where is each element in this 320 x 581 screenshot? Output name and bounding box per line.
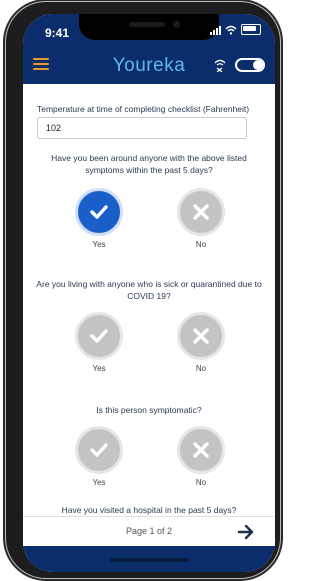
status-time: 9:41 — [45, 26, 70, 40]
system-icons — [210, 24, 261, 35]
check-icon — [90, 329, 108, 343]
household-yes-label: Yes — [92, 364, 106, 373]
exposure-yes-option[interactable]: Yes — [74, 188, 124, 249]
device-notch — [79, 14, 219, 40]
symptomatic-no-option[interactable]: No — [176, 426, 226, 487]
phone-frame: 9:41 Youreka Temperature at time of comp… — [6, 2, 280, 578]
x-icon — [193, 442, 209, 458]
symptomatic-yes-label: Yes — [92, 478, 106, 487]
home-indicator[interactable] — [109, 558, 189, 562]
cellular-signal-icon — [210, 25, 221, 35]
exposure-no-label: No — [195, 240, 207, 249]
toggle-knob — [253, 60, 263, 70]
arrow-right-icon[interactable] — [237, 524, 255, 540]
question-household: Are you living with anyone who is sick o… — [36, 279, 262, 301]
status-bar: 9:41 — [23, 14, 275, 48]
symptomatic-no-label: No — [195, 478, 207, 487]
question-hospital: Have you visited a hospital in the past … — [61, 505, 237, 515]
battery-icon — [241, 24, 261, 35]
check-icon — [90, 205, 108, 219]
x-icon — [193, 204, 209, 220]
exposure-no-circle — [177, 188, 225, 236]
exposure-no-option[interactable]: No — [176, 188, 226, 249]
offline-mode-toggle[interactable] — [235, 58, 265, 72]
wifi-offline-icon — [214, 59, 226, 72]
temperature-input[interactable] — [37, 117, 247, 139]
exposure-yes-label: Yes — [92, 240, 106, 249]
speaker-grille — [129, 22, 165, 27]
symptomatic-yes-circle — [75, 426, 123, 474]
household-no-circle — [177, 312, 225, 360]
household-no-option[interactable]: No — [176, 312, 226, 373]
check-icon — [90, 443, 108, 457]
exposure-yes-circle — [75, 188, 123, 236]
temperature-label: Temperature at time of completing checkl… — [37, 104, 250, 114]
symptomatic-yes-option[interactable]: Yes — [74, 426, 124, 487]
wifi-icon — [225, 25, 237, 35]
front-camera — [173, 21, 180, 28]
household-no-label: No — [195, 364, 207, 373]
question-exposure: Have you been around anyone with the abo… — [51, 153, 247, 175]
household-yes-circle — [75, 312, 123, 360]
form-content[interactable]: Temperature at time of completing checkl… — [23, 84, 275, 516]
app-header: Youreka — [23, 48, 275, 84]
household-yes-option[interactable]: Yes — [74, 312, 124, 373]
question-symptomatic: Is this person symptomatic? — [96, 405, 202, 415]
x-icon — [193, 328, 209, 344]
pagination-footer: Page 1 of 2 — [23, 516, 275, 547]
symptomatic-no-circle — [177, 426, 225, 474]
app-screen: 9:41 Youreka Temperature at time of comp… — [23, 14, 275, 572]
